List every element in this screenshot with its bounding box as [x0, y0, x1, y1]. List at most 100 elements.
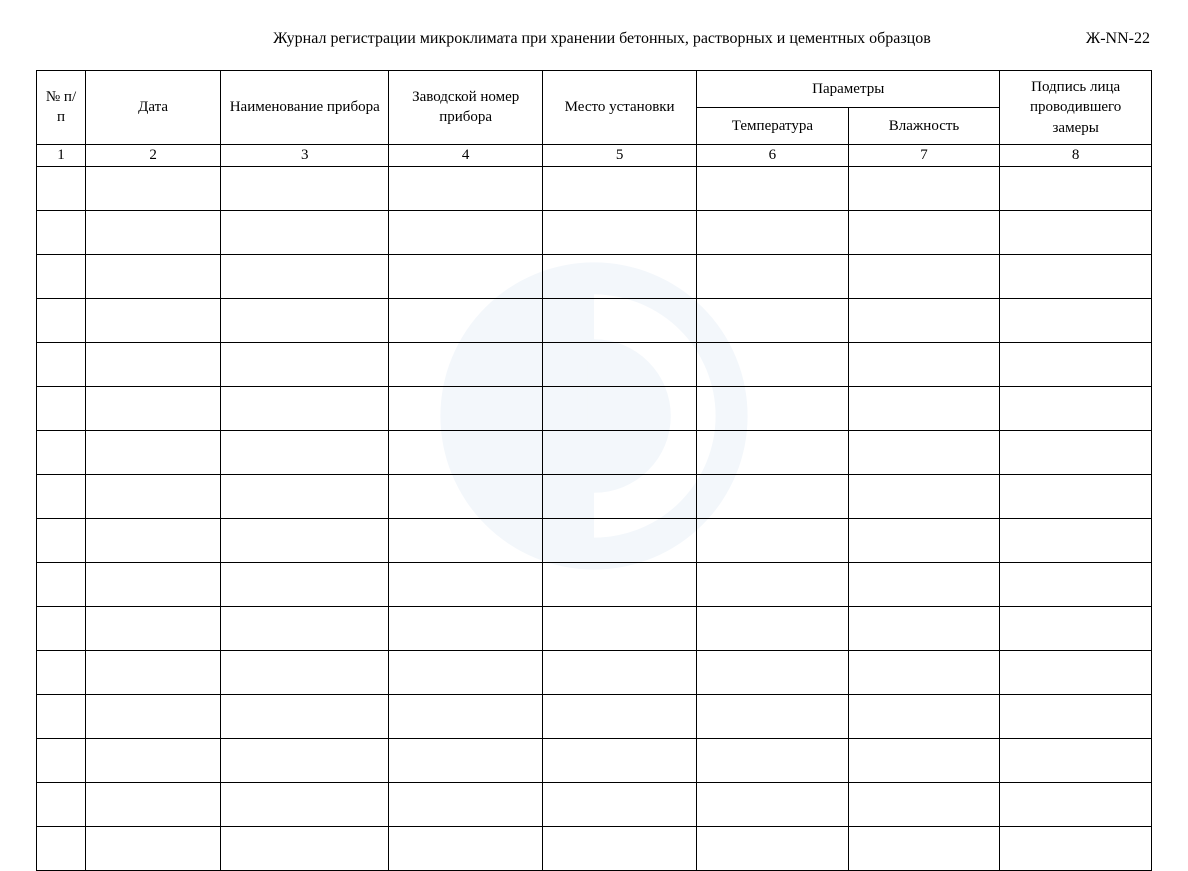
table-cell: [1000, 386, 1152, 430]
table-cell: [543, 298, 697, 342]
table-cell: [543, 386, 697, 430]
table-row: [37, 826, 1152, 870]
colnum-cell: 2: [85, 144, 220, 166]
table-cell: [85, 694, 220, 738]
table-cell: [1000, 210, 1152, 254]
table-cell: [221, 298, 389, 342]
table-cell: [85, 386, 220, 430]
table-cell: [697, 474, 849, 518]
table-row: [37, 782, 1152, 826]
table-cell: [1000, 826, 1152, 870]
colnum-cell: 3: [221, 144, 389, 166]
table-cell: [543, 606, 697, 650]
table-cell: [848, 518, 1000, 562]
table-cell: [1000, 738, 1152, 782]
table-row: [37, 518, 1152, 562]
table-cell: [543, 210, 697, 254]
table-cell: [221, 518, 389, 562]
table-row: [37, 254, 1152, 298]
table-cell: [1000, 782, 1152, 826]
colnum-cell: 1: [37, 144, 86, 166]
table-cell: [221, 694, 389, 738]
table-cell: [848, 342, 1000, 386]
table-cell: [221, 342, 389, 386]
table-cell: [389, 386, 543, 430]
table-cell: [389, 826, 543, 870]
colnum-cell: 4: [389, 144, 543, 166]
table-cell: [85, 650, 220, 694]
table-cell: [697, 430, 849, 474]
table-cell: [85, 738, 220, 782]
table-cell: [848, 298, 1000, 342]
table-cell: [543, 826, 697, 870]
table-cell: [697, 562, 849, 606]
table-cell: [848, 430, 1000, 474]
table-cell: [37, 738, 86, 782]
table-cell: [543, 782, 697, 826]
table-row: [37, 606, 1152, 650]
table-cell: [85, 782, 220, 826]
table-cell: [543, 342, 697, 386]
table-cell: [37, 254, 86, 298]
table-cell: [697, 166, 849, 210]
table-cell: [1000, 342, 1152, 386]
table-cell: [389, 254, 543, 298]
table-cell: [697, 826, 849, 870]
table-cell: [697, 298, 849, 342]
table-row: [37, 342, 1152, 386]
table-cell: [37, 562, 86, 606]
document-page: Журнал регистрации микроклимата при хран…: [0, 0, 1188, 871]
header-col-params-group: Параметры: [697, 71, 1000, 108]
table-cell: [85, 166, 220, 210]
table-row: [37, 210, 1152, 254]
table-row: [37, 474, 1152, 518]
table-cell: [37, 606, 86, 650]
table-cell: [389, 474, 543, 518]
table-cell: [389, 562, 543, 606]
table-cell: [848, 782, 1000, 826]
table-cell: [221, 430, 389, 474]
table-cell: [85, 826, 220, 870]
table-cell: [1000, 474, 1152, 518]
table-cell: [85, 210, 220, 254]
table-cell: [37, 342, 86, 386]
table-row: [37, 738, 1152, 782]
table-cell: [221, 650, 389, 694]
table-cell: [37, 650, 86, 694]
table-cell: [848, 694, 1000, 738]
table-cell: [1000, 254, 1152, 298]
header-col-signature: Подпись лица проводившего замеры: [1000, 71, 1152, 145]
table-cell: [1000, 606, 1152, 650]
table-cell: [1000, 650, 1152, 694]
table-cell: [85, 298, 220, 342]
table-header: № п/п Дата Наименование прибора Заводско…: [37, 71, 1152, 145]
table-cell: [389, 210, 543, 254]
table-cell: [37, 166, 86, 210]
table-cell: [1000, 562, 1152, 606]
table-cell: [37, 386, 86, 430]
table-cell: [37, 210, 86, 254]
table-cell: [543, 650, 697, 694]
table-cell: [848, 166, 1000, 210]
table-cell: [697, 342, 849, 386]
table-cell: [221, 386, 389, 430]
table-cell: [848, 254, 1000, 298]
table-cell: [1000, 694, 1152, 738]
log-table: № п/п Дата Наименование прибора Заводско…: [36, 70, 1152, 871]
table-cell: [697, 738, 849, 782]
table-cell: [221, 166, 389, 210]
table-cell: [389, 650, 543, 694]
table-cell: [389, 782, 543, 826]
table-cell: [389, 606, 543, 650]
table-cell: [543, 254, 697, 298]
table-cell: [37, 518, 86, 562]
table-body: [37, 166, 1152, 870]
table-cell: [697, 694, 849, 738]
table-cell: [697, 518, 849, 562]
table-cell: [37, 430, 86, 474]
table-cell: [389, 430, 543, 474]
table-cell: [848, 210, 1000, 254]
table-cell: [697, 210, 849, 254]
table-cell: [221, 782, 389, 826]
table-cell: [543, 474, 697, 518]
